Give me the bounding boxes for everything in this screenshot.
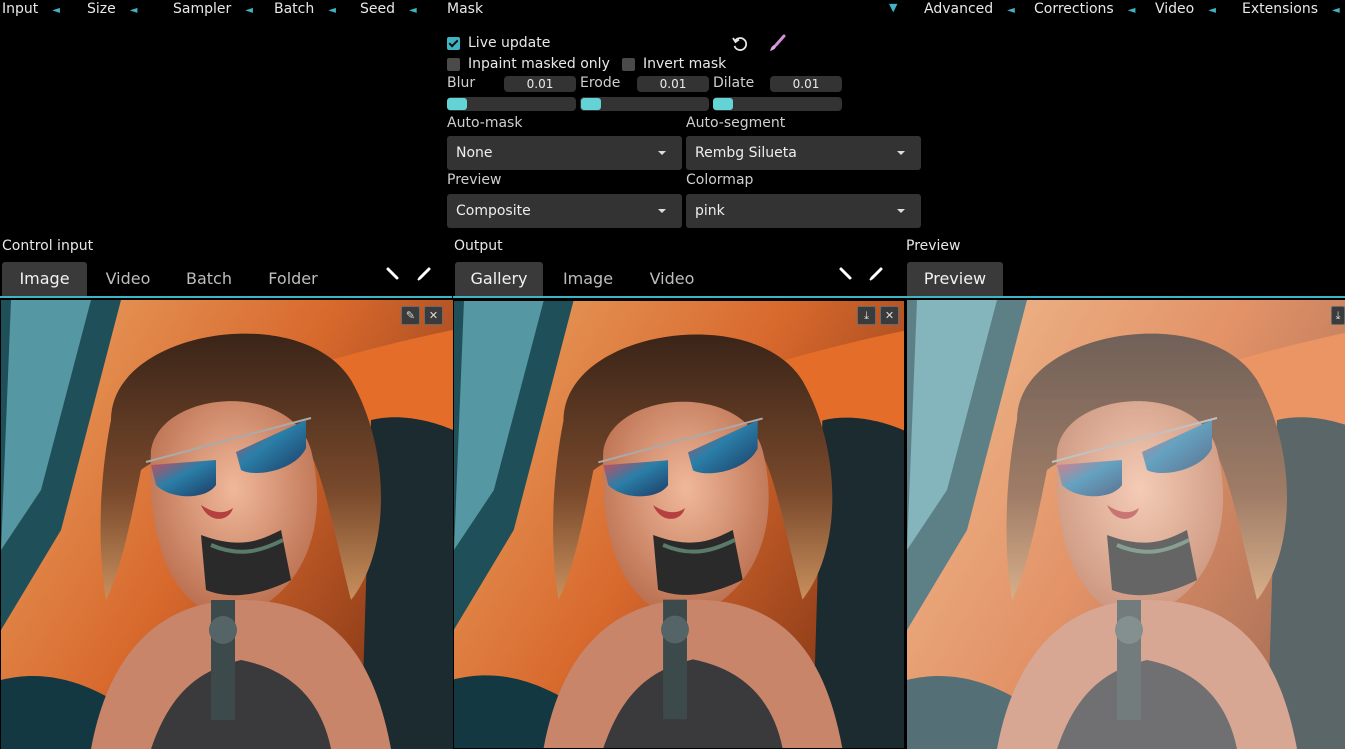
- dropdown-caret-icon: [897, 209, 905, 213]
- download-icon[interactable]: ⤓: [1331, 306, 1345, 325]
- control-input-title: Control input: [2, 238, 94, 254]
- tab-underline: [453, 296, 905, 298]
- blur-slider[interactable]: [447, 97, 576, 111]
- dilate-value-input[interactable]: 0.01: [770, 76, 842, 92]
- invert-mask-checkbox[interactable]: Invert mask: [622, 56, 726, 72]
- dropdown-caret-icon: [658, 209, 666, 213]
- accordion-mask[interactable]: Mask: [447, 1, 483, 17]
- accordion-input[interactable]: Input ◄: [2, 1, 60, 19]
- accordion-sampler[interactable]: Sampler ◄: [173, 1, 253, 19]
- collapse-arrow-icon: ◄: [1127, 5, 1136, 16]
- checkbox-checked-icon[interactable]: [447, 36, 460, 50]
- accordion-corrections[interactable]: Corrections ◄: [1034, 1, 1135, 19]
- close-icon[interactable]: ✕: [424, 306, 443, 325]
- checkbox-unchecked-icon[interactable]: [447, 57, 460, 71]
- checkbox-unchecked-icon[interactable]: [622, 57, 635, 71]
- checkbox-label: Invert mask: [643, 56, 727, 72]
- auto-segment-label: Auto-segment: [686, 115, 786, 131]
- erode-label: Erode: [580, 75, 621, 91]
- control-input-image[interactable]: [1, 300, 453, 749]
- accordion-label: Input: [2, 1, 39, 17]
- blur-label: Blur: [447, 75, 476, 91]
- download-icon[interactable]: ⤓: [857, 306, 876, 325]
- pencil-icon[interactable]: [838, 266, 854, 282]
- tab-batch[interactable]: Batch: [169, 262, 249, 296]
- erode-slider[interactable]: [580, 97, 709, 111]
- preview-tabs: Preview: [907, 262, 1345, 296]
- dilate-slider[interactable]: [713, 97, 842, 111]
- tab-video[interactable]: Video: [87, 262, 169, 296]
- dilate-label: Dilate: [713, 75, 755, 91]
- accordion-label: Advanced: [924, 1, 994, 17]
- accordion-label: Size: [87, 1, 116, 17]
- live-update-checkbox[interactable]: Live update: [447, 35, 550, 51]
- tab-preview[interactable]: Preview: [907, 262, 1003, 296]
- expand-arrow-icon[interactable]: ▼: [889, 1, 897, 14]
- collapse-arrow-icon: ◄: [1007, 5, 1015, 16]
- preview-mode-select[interactable]: Composite: [447, 194, 682, 228]
- collapse-arrow-icon: ◄: [129, 5, 138, 16]
- output-tabs: Gallery Image Video: [455, 262, 901, 296]
- preview-title: Preview: [906, 238, 961, 254]
- collapse-arrow-icon: ◄: [1208, 5, 1216, 16]
- checkbox-label: Inpaint masked only: [468, 56, 610, 72]
- tab-gallery[interactable]: Gallery: [455, 262, 543, 296]
- preview-mode-label: Preview: [447, 172, 502, 188]
- tab-folder[interactable]: Folder: [249, 262, 337, 296]
- auto-mask-select[interactable]: None: [447, 136, 682, 170]
- accordion-bar: Input ◄ Size ◄ Sampler ◄ Batch ◄ Seed ◄ Mask …: [0, 0, 1345, 18]
- output-title: Output: [454, 238, 503, 254]
- dropdown-caret-icon: [658, 151, 666, 155]
- edit-icon[interactable]: ✎: [401, 306, 420, 325]
- accordion-label: Extensions: [1242, 1, 1319, 17]
- pencil-icon[interactable]: [868, 266, 884, 282]
- accordion-label: Mask: [447, 1, 484, 17]
- preview-image[interactable]: [907, 300, 1345, 749]
- accordion-label: Sampler: [173, 1, 232, 17]
- select-value: Rembg Silueta: [695, 145, 797, 161]
- auto-mask-label: Auto-mask: [447, 115, 523, 131]
- colormap-label: Colormap: [686, 172, 754, 188]
- output-gallery-image[interactable]: [454, 300, 904, 749]
- blur-value-input[interactable]: 0.01: [504, 76, 576, 92]
- accordion-label: Seed: [360, 1, 395, 17]
- collapse-arrow-icon: ◄: [409, 5, 417, 16]
- collapse-arrow-icon: ◄: [328, 5, 336, 16]
- brush-icon[interactable]: [767, 34, 787, 54]
- reset-icon[interactable]: [730, 34, 750, 54]
- tab-video[interactable]: Video: [633, 262, 711, 296]
- accordion-label: Video: [1155, 1, 1195, 17]
- control-input-tabs: Image Video Batch Folder: [2, 262, 448, 296]
- select-value: None: [456, 145, 493, 161]
- accordion-size[interactable]: Size ◄: [87, 1, 137, 19]
- slider-handle[interactable]: [447, 98, 467, 110]
- tab-underline: [905, 296, 1345, 298]
- checkbox-label: Live update: [468, 35, 551, 51]
- pencil-icon[interactable]: [385, 266, 401, 282]
- dropdown-caret-icon: [897, 151, 905, 155]
- collapse-arrow-icon: ◄: [52, 5, 60, 16]
- accordion-advanced[interactable]: Advanced ◄: [924, 1, 1015, 19]
- accordion-extensions[interactable]: Extensions ◄: [1242, 1, 1340, 19]
- tab-image[interactable]: Image: [2, 262, 87, 296]
- inpaint-masked-only-checkbox[interactable]: Inpaint masked only: [447, 56, 610, 72]
- colormap-select[interactable]: pink: [686, 194, 921, 228]
- auto-segment-select[interactable]: Rembg Silueta: [686, 136, 921, 170]
- tab-underline: [0, 296, 452, 298]
- accordion-label: Batch: [274, 1, 315, 17]
- accordion-seed[interactable]: Seed ◄: [360, 1, 417, 19]
- accordion-video[interactable]: Video ◄: [1155, 1, 1216, 19]
- select-value: Composite: [456, 203, 531, 219]
- pencil-icon[interactable]: [416, 266, 432, 282]
- erode-value-input[interactable]: 0.01: [637, 76, 709, 92]
- slider-handle[interactable]: [713, 98, 733, 110]
- slider-handle[interactable]: [581, 98, 601, 110]
- accordion-label: Corrections: [1034, 1, 1114, 17]
- collapse-arrow-icon: ◄: [1332, 5, 1340, 16]
- collapse-arrow-icon: ◄: [245, 5, 253, 16]
- accordion-batch[interactable]: Batch ◄: [274, 1, 336, 19]
- select-value: pink: [695, 203, 725, 219]
- tab-image[interactable]: Image: [543, 262, 633, 296]
- close-icon[interactable]: ✕: [880, 306, 899, 325]
